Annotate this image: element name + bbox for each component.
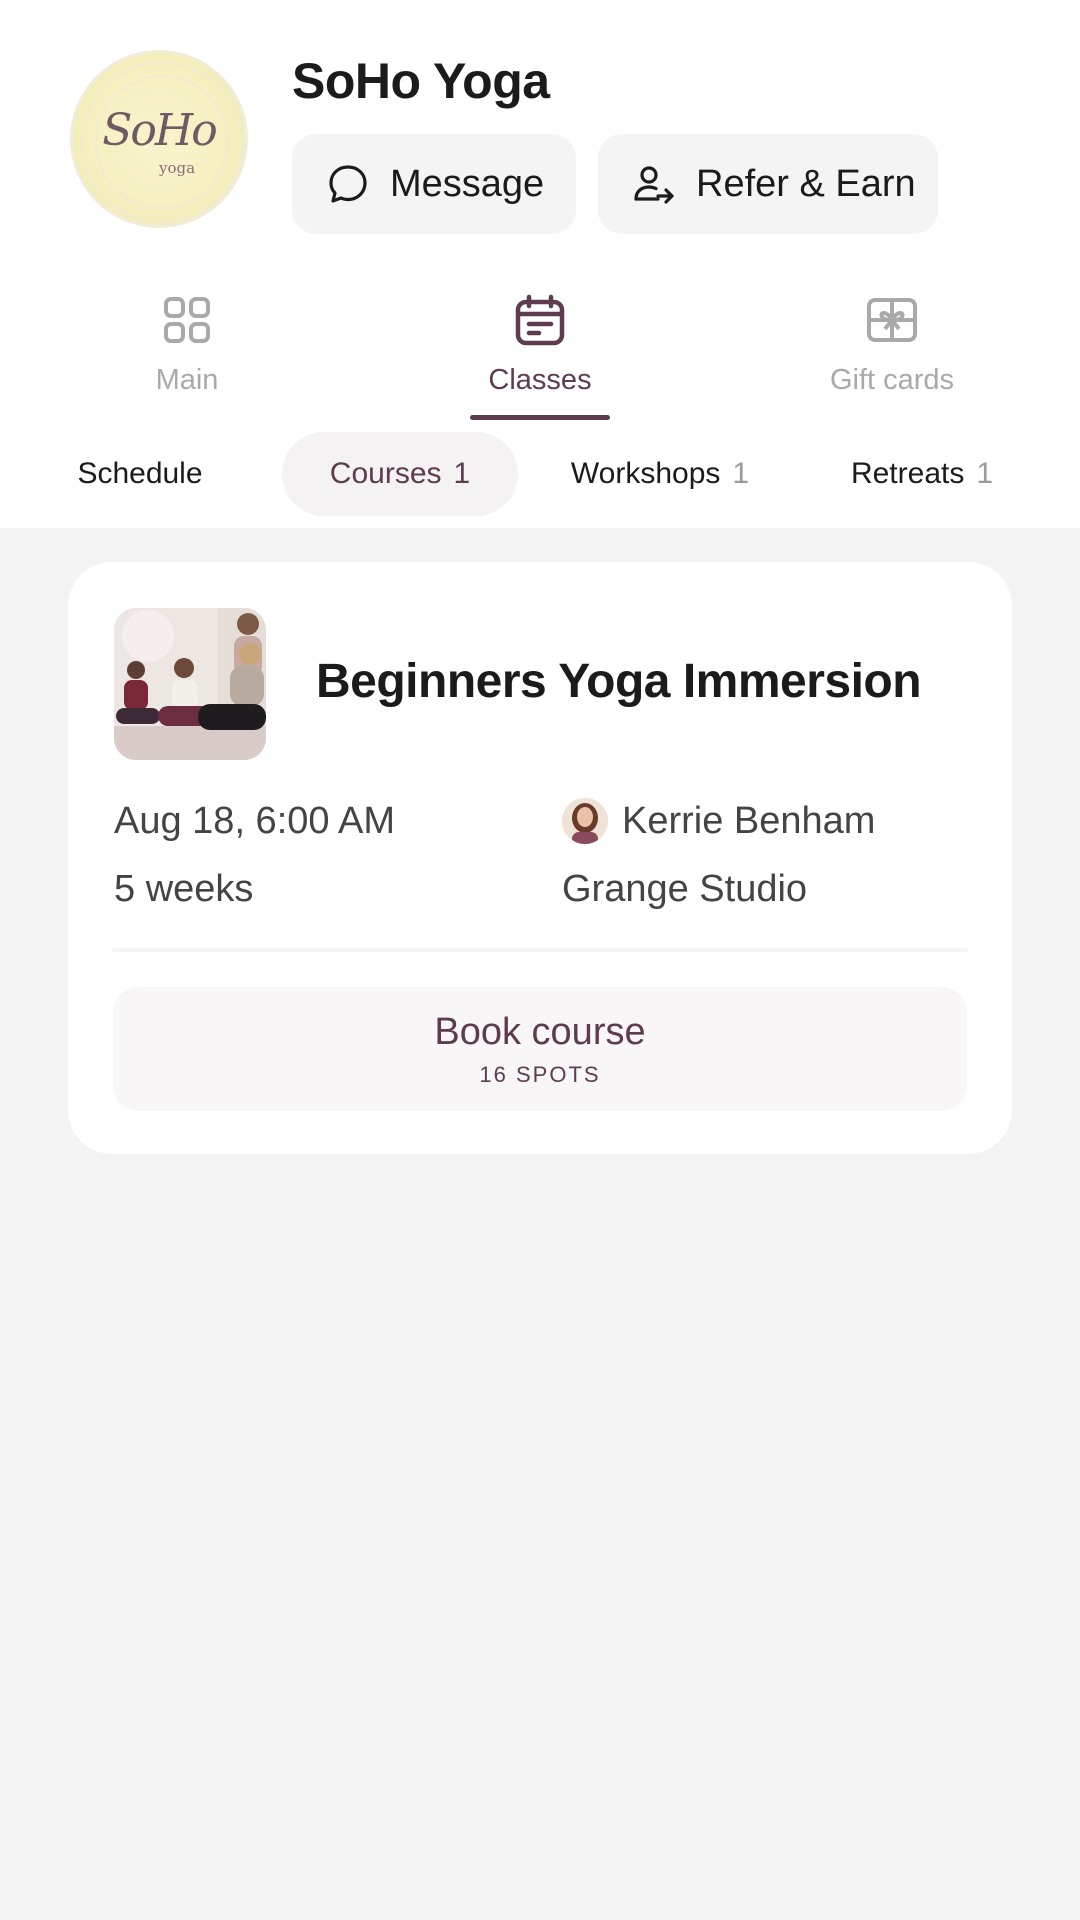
subtab-retreats-label: Retreats	[850, 457, 965, 490]
card-divider	[112, 948, 968, 952]
message-label: Message	[390, 162, 545, 205]
tab-gift-cards[interactable]: Gift cards	[782, 290, 1002, 420]
teacher-avatar	[562, 798, 608, 844]
subtab-workshops[interactable]: Workshops 1	[548, 432, 772, 516]
course-date: Aug 18, 6:00 AM	[114, 800, 395, 842]
tab-classes[interactable]: Classes	[430, 290, 650, 420]
message-button[interactable]: Message	[292, 134, 576, 234]
subtab-schedule-label: Schedule	[77, 457, 203, 490]
refer-earn-button[interactable]: Refer & Earn	[598, 134, 938, 234]
subtab-courses-count: 1	[453, 457, 471, 490]
subtab-schedule[interactable]: Schedule	[50, 432, 230, 516]
subtab-retreats[interactable]: Retreats 1	[830, 432, 1014, 516]
refer-label: Refer & Earn	[696, 162, 916, 205]
course-teacher[interactable]: Kerrie Benham	[562, 798, 876, 844]
subtab-workshops-label: Workshops	[570, 457, 721, 490]
course-thumbnail	[114, 608, 266, 760]
tab-classes-label: Classes	[488, 364, 592, 396]
subtab-workshops-count: 1	[732, 457, 750, 490]
book-course-label: Book course	[434, 1010, 646, 1053]
subtab-courses-label: Courses	[329, 457, 442, 490]
chat-bubble-icon	[326, 162, 370, 206]
active-tab-indicator	[470, 415, 610, 420]
calendar-icon	[515, 290, 565, 350]
tab-main-label: Main	[155, 364, 219, 396]
studio-logo: SoHo yoga	[70, 50, 248, 228]
course-location: Grange Studio	[562, 868, 808, 910]
book-course-button[interactable]: Book course 16 SPOTS	[113, 987, 967, 1111]
teacher-name: Kerrie Benham	[622, 799, 876, 842]
subtab-retreats-count: 1	[976, 457, 994, 490]
course-duration: 5 weeks	[114, 868, 254, 910]
course-card[interactable]: Beginners Yoga Immersion Aug 18, 6:00 AM…	[68, 562, 1012, 1154]
subtab-courses[interactable]: Courses 1	[282, 432, 518, 516]
course-title: Beginners Yoga Immersion	[316, 655, 922, 708]
studio-name: SoHo Yoga	[292, 53, 550, 109]
gift-card-icon	[866, 290, 918, 350]
logo-subtext: yoga	[159, 159, 196, 177]
spots-remaining: 16 SPOTS	[479, 1061, 601, 1087]
user-share-icon	[632, 162, 676, 206]
grid-icon	[163, 290, 211, 350]
tab-main[interactable]: Main	[77, 290, 297, 420]
logo-text: SoHo	[102, 105, 218, 156]
tab-gift-cards-label: Gift cards	[829, 364, 955, 396]
